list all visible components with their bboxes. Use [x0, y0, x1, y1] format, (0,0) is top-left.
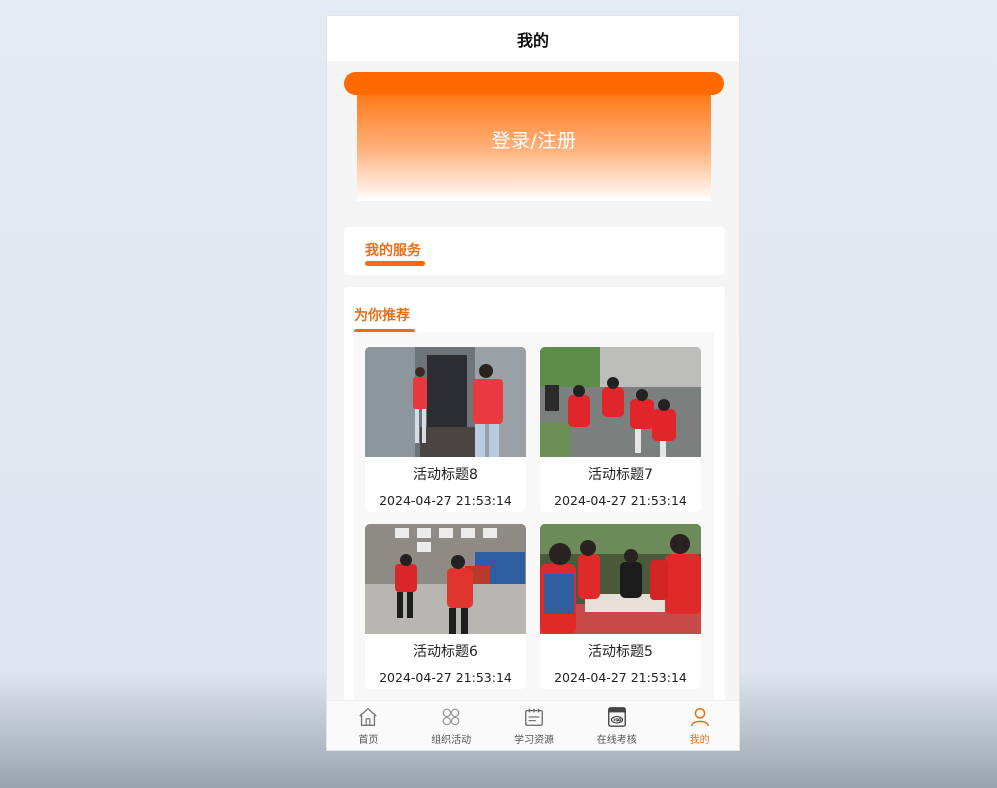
page-title: 我的: [516, 30, 549, 50]
tab-mine[interactable]: 我的: [658, 701, 739, 750]
tab-label: 在线考核: [596, 735, 637, 746]
tab-learning[interactable]: 学习资源: [493, 701, 576, 750]
login-register-button[interactable]: 登录/注册: [357, 95, 711, 201]
activity-time: 2024-04-27 21:53:14: [379, 670, 512, 685]
tab-label: 学习资源: [513, 735, 554, 746]
banner-top-bar: [344, 72, 724, 95]
profile-banner: 登录/注册: [327, 61, 739, 211]
calendar-book-icon: [525, 708, 543, 726]
activity-photo-volunteer-table: [540, 524, 701, 634]
my-services-section: 我的服务: [344, 227, 725, 275]
activity-title: 活动标题6: [413, 644, 478, 660]
activity-title: 活动标题5: [588, 644, 653, 660]
tab-label: 首页: [358, 735, 379, 746]
recommend-title: 为你推荐: [354, 308, 410, 324]
recommend-grid: 活动标题8 2024-04-27 21:53:14 活动标题7 2024-04-…: [354, 332, 714, 712]
activity-time: 2024-04-27 21:53:14: [379, 493, 512, 508]
tab-exam[interactable]: 在线考核: [575, 701, 658, 750]
login-register-label: 登录/注册: [491, 129, 577, 152]
activity-card-7[interactable]: 活动标题7 2024-04-27 21:53:14: [540, 347, 701, 512]
activity-time: 2024-04-27 21:53:14: [554, 670, 687, 685]
services-title-underline: [365, 261, 425, 266]
tab-activities[interactable]: 组织活动: [410, 701, 493, 750]
bottom-tab-bar: 首页 组织活动 学习资源 在线考核 我的: [327, 700, 739, 750]
recommend-section: 为你推荐 活动标题8 2024-04-27 21:53:14 活动标题7 202…: [344, 287, 725, 712]
home-icon: [359, 707, 378, 726]
tab-label: 组织活动: [431, 735, 472, 746]
activity-card-5[interactable]: 活动标题5 2024-04-27 21:53:14: [540, 524, 701, 689]
activity-card-6[interactable]: 活动标题6 2024-04-27 21:53:14: [365, 524, 526, 689]
activity-title: 活动标题7: [588, 467, 653, 483]
activity-card-8[interactable]: 活动标题8 2024-04-27 21:53:14: [365, 347, 526, 512]
activity-time: 2024-04-27 21:53:14: [554, 493, 687, 508]
tab-home[interactable]: 首页: [327, 701, 410, 750]
activity-photo-doorway: [365, 347, 526, 457]
activity-photo-alley-walk: [540, 347, 701, 457]
grid-flower-icon: [442, 708, 460, 726]
nav-bar: 我的: [327, 16, 739, 61]
exam-score-icon: [607, 707, 626, 727]
tab-label: 我的: [689, 735, 710, 746]
services-title: 我的服务: [365, 243, 421, 259]
phone-frame: 我的 登录/注册 我的服务 为你推荐 活动标题8 2024-04-27 21:5…: [326, 15, 740, 751]
activity-photo-street-cleaning: [365, 524, 526, 634]
activity-title: 活动标题8: [413, 467, 478, 483]
user-icon: [690, 708, 709, 727]
